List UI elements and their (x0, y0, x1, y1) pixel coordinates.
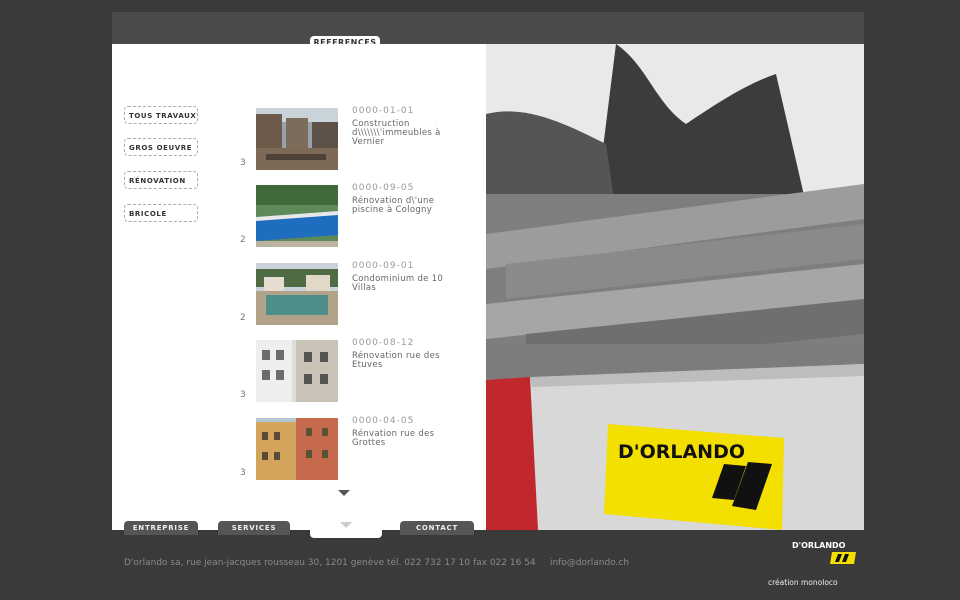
hero-photo: D'ORLANDO (486, 44, 864, 530)
chevron-down-icon (340, 522, 352, 528)
company-logo[interactable]: D'ORLANDO (792, 538, 856, 564)
scroll-down-arrow-icon[interactable] (338, 490, 350, 496)
list-item[interactable]: 3 0000-04-05 Rénvation rue des Grottes (240, 416, 480, 480)
logo-text: D'ORLANDO (792, 541, 846, 550)
list-item[interactable]: 3 0000-08-12 Rénovation rue des Etuves (240, 338, 480, 402)
reference-title[interactable]: Rénovation d\'une piscine à Cologny (352, 197, 467, 215)
photo-count: 2 (240, 313, 246, 323)
reference-date: 0000-09-05 (352, 183, 415, 193)
category-tous-travaux[interactable]: TOUS TRAVAUX (124, 106, 198, 124)
credit-link[interactable]: création monoloco (768, 578, 838, 587)
category-gros-oeuvre[interactable]: GROS OEUVRE (124, 138, 198, 156)
top-bar (112, 12, 864, 44)
footer-address: D'orlando sa, rue jean-jacques rousseau … (124, 558, 629, 568)
reference-title[interactable]: Rénvation rue des Grottes (352, 430, 467, 448)
reference-thumbnail[interactable] (256, 108, 338, 170)
reference-thumbnail[interactable] (256, 340, 338, 402)
footer-bar: ENTREPRISE SERVICES CONTACT D'orlando sa… (112, 518, 864, 578)
reference-date: 0000-01-01 (352, 106, 415, 116)
photo-count: 2 (240, 235, 246, 245)
list-item[interactable]: 2 0000-09-05 Rénovation d\'une piscine à… (240, 183, 480, 247)
main-content: TOUS TRAVAUX GROS OEUVRE RÉNOVATION BRIC… (112, 44, 864, 530)
reference-thumbnail[interactable] (256, 263, 338, 325)
reference-date: 0000-04-05 (352, 416, 415, 426)
reference-thumbnail[interactable] (256, 418, 338, 480)
nav-entreprise[interactable]: ENTREPRISE (124, 521, 198, 535)
list-item[interactable]: 2 0000-09-01 Condominium de 10 Villas (240, 261, 480, 325)
reference-date: 0000-08-12 (352, 338, 415, 348)
email-link[interactable]: info@dorlando.ch (550, 558, 629, 568)
reference-thumbnail[interactable] (256, 185, 338, 247)
photo-count: 3 (240, 158, 246, 168)
sign-text: D'ORLANDO (618, 441, 745, 463)
nav-services[interactable]: SERVICES (218, 521, 290, 535)
references-panel: TOUS TRAVAUX GROS OEUVRE RÉNOVATION BRIC… (112, 44, 486, 530)
address-text: D'orlando sa, rue jean-jacques rousseau … (124, 558, 536, 568)
site-frame: REFERENCES TOUS TRAVAUX GROS OEUVRE RÉNO… (112, 12, 864, 578)
category-renovation[interactable]: RÉNOVATION (124, 171, 198, 189)
category-bricole[interactable]: BRICOLE (124, 204, 198, 222)
photo-count: 3 (240, 390, 246, 400)
reference-title[interactable]: Construction d\\\\\\\'immeubles à Vernie… (352, 120, 467, 147)
list-item[interactable]: 3 0000-01-01 Construction d\\\\\\\'immeu… (240, 106, 480, 170)
nav-contact[interactable]: CONTACT (400, 521, 474, 535)
photo-count: 3 (240, 468, 246, 478)
reference-title[interactable]: Condominium de 10 Villas (352, 275, 467, 293)
reference-title[interactable]: Rénovation rue des Etuves (352, 352, 467, 370)
nav-references-active[interactable] (310, 518, 382, 538)
reference-date: 0000-09-01 (352, 261, 415, 271)
